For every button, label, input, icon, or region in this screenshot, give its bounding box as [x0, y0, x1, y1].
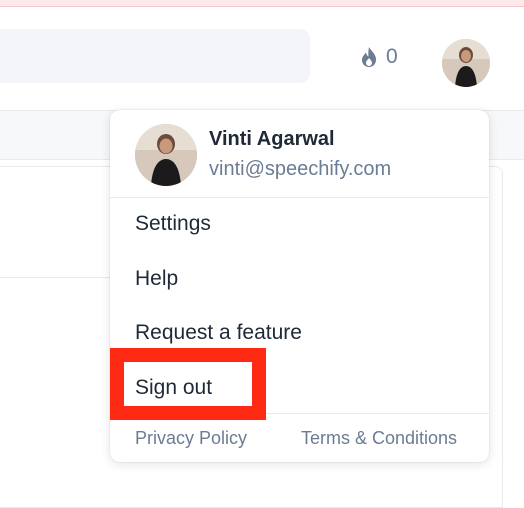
privacy-policy-link[interactable]: Privacy Policy	[135, 428, 247, 449]
user-profile-summary: Vinti Agarwal vinti@speechify.com	[110, 110, 489, 198]
annotation-highlight-box	[110, 348, 266, 420]
streak-count: 0	[386, 45, 398, 68]
menu-item-request-feature[interactable]: Request a feature	[135, 321, 302, 345]
user-email: vinti@speechify.com	[209, 158, 392, 180]
avatar	[135, 124, 197, 186]
top-header: 0	[0, 7, 524, 111]
menu-item-help[interactable]: Help	[135, 267, 178, 291]
menu-item-settings[interactable]: Settings	[135, 212, 211, 236]
user-name: Vinti Agarwal	[209, 128, 335, 150]
flame-icon	[360, 46, 378, 68]
avatar[interactable]	[442, 39, 490, 87]
menu-footer: Privacy Policy Terms & Conditions	[110, 413, 489, 463]
top-banner-strip	[0, 0, 524, 7]
streak-counter[interactable]: 0	[360, 45, 398, 69]
search-bar[interactable]	[0, 29, 310, 83]
terms-conditions-link[interactable]: Terms & Conditions	[301, 428, 457, 449]
content-divider	[0, 277, 110, 278]
